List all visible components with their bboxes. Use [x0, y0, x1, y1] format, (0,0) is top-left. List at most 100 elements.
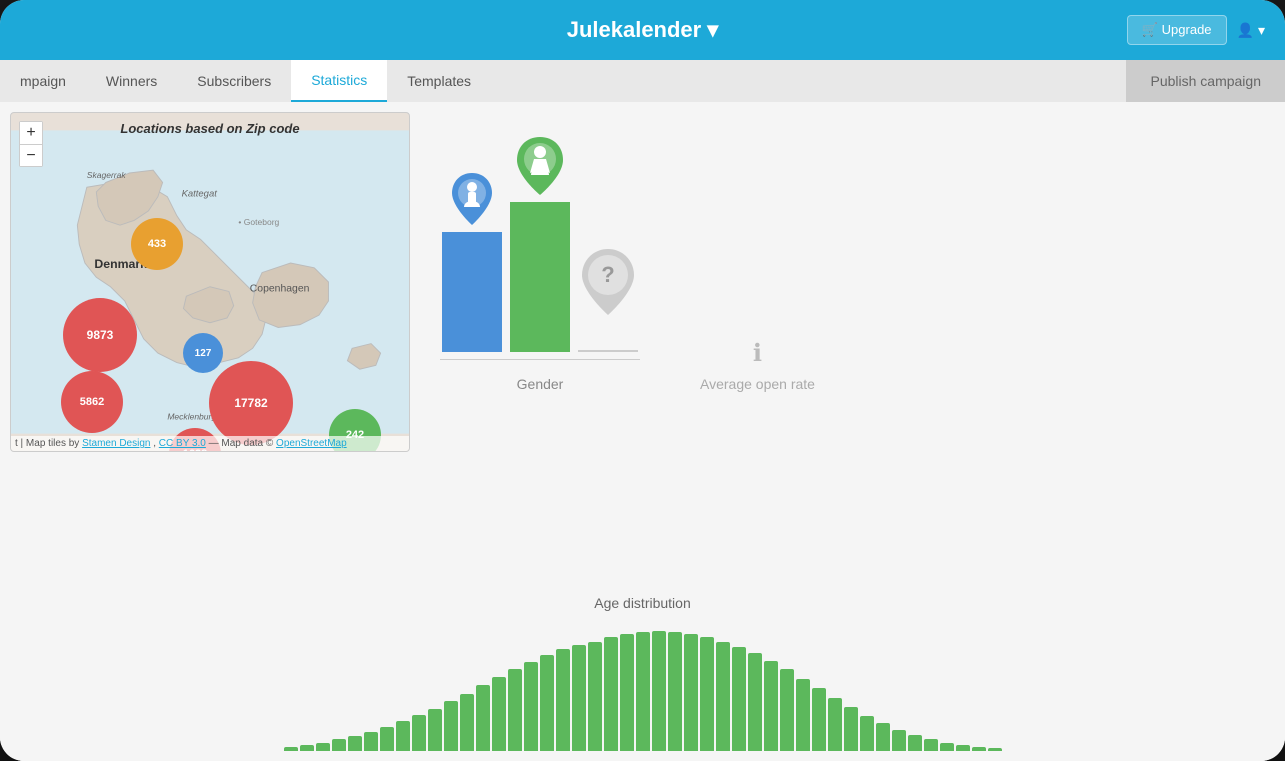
nav-item-winners[interactable]: Winners: [86, 60, 177, 102]
male-pin: [450, 171, 494, 232]
age-bar: [572, 645, 586, 751]
publish-campaign-button[interactable]: Publish campaign: [1126, 60, 1285, 102]
age-bar: [412, 715, 426, 751]
bubble-9873: 9873: [63, 298, 137, 372]
age-bar: [428, 709, 442, 751]
age-bar: [844, 707, 858, 751]
nav-item-subscribers[interactable]: Subscribers: [177, 60, 291, 102]
age-bar: [380, 727, 394, 751]
gender-chart: ? Gender: [440, 132, 640, 392]
svg-text:• Goteborg: • Goteborg: [238, 217, 279, 227]
age-bar: [444, 701, 458, 751]
female-column: [510, 202, 570, 352]
age-bar: [540, 655, 554, 751]
age-bar: [940, 743, 954, 751]
app-title: Julekalender ▾: [567, 17, 719, 43]
map-attribution: t | Map tiles by Stamen Design , CC BY 3…: [11, 436, 409, 451]
svg-text:?: ?: [601, 262, 614, 287]
age-bar: [684, 634, 698, 751]
age-bar: [636, 632, 650, 751]
age-bar: [892, 730, 906, 751]
unknown-column: ?: [578, 132, 638, 352]
avg-open-rate-section: ℹ Average open rate: [700, 339, 815, 392]
zoom-out-button[interactable]: −: [20, 144, 42, 166]
age-bar: [524, 662, 538, 751]
age-bar: [476, 685, 490, 751]
female-bar: [510, 202, 570, 352]
osm-link[interactable]: OpenStreetMap: [276, 438, 347, 449]
content-row: Locations based on Zip code + −: [0, 102, 1285, 585]
age-bar: [764, 661, 778, 751]
bubble-433: 433: [131, 218, 183, 270]
nav-item-templates[interactable]: Templates: [387, 60, 491, 102]
cc-link[interactable]: CC BY 3.0: [159, 438, 206, 449]
bubble-127: 127: [183, 333, 223, 373]
age-bar: [364, 732, 378, 751]
age-bar: [316, 743, 330, 751]
age-bar: [700, 637, 714, 751]
age-bar: [780, 669, 794, 751]
age-bar: [748, 653, 762, 751]
age-bar: [396, 721, 410, 751]
app-title-caret[interactable]: ▾: [707, 17, 718, 43]
age-bar: [860, 716, 874, 751]
age-bar: [588, 642, 602, 751]
stats-row: ? Gender: [440, 122, 1265, 392]
age-bar: [716, 642, 730, 751]
age-bar: [652, 631, 666, 751]
svg-text:Kattegat: Kattegat: [182, 189, 218, 200]
unknown-pin: ?: [580, 247, 636, 322]
upgrade-button[interactable]: 🛒 Upgrade: [1127, 15, 1227, 45]
male-column: [442, 232, 502, 352]
device-screen: Julekalender ▾ 🛒 Upgrade 👤 ▾ mpaign Winn…: [0, 0, 1285, 761]
stamen-link[interactable]: Stamen Design: [82, 438, 150, 449]
age-bar: [604, 637, 618, 751]
age-bar: [284, 747, 298, 751]
gender-baseline: [440, 359, 640, 360]
age-bar: [924, 739, 938, 751]
zoom-in-button[interactable]: +: [20, 122, 42, 144]
age-bar: [988, 748, 1002, 751]
female-pin: [515, 135, 565, 202]
bubble-17782: 17782: [209, 361, 293, 445]
map-container: Locations based on Zip code + −: [10, 112, 410, 452]
age-bar: [732, 647, 746, 751]
device-frame: Julekalender ▾ 🛒 Upgrade 👤 ▾ mpaign Winn…: [0, 0, 1285, 761]
main-content: Locations based on Zip code + −: [0, 102, 1285, 761]
top-bar: Julekalender ▾ 🛒 Upgrade 👤 ▾: [0, 0, 1285, 60]
user-icon: 👤: [1237, 22, 1254, 39]
age-bar: [620, 634, 634, 751]
info-icon: ℹ: [753, 339, 762, 368]
age-distribution-title: Age distribution: [20, 595, 1265, 611]
age-bar: [460, 694, 474, 751]
top-bar-right: 🛒 Upgrade 👤 ▾: [1127, 15, 1265, 45]
age-bar: [556, 649, 570, 751]
age-bar: [972, 747, 986, 751]
age-chart: [20, 621, 1265, 751]
user-menu[interactable]: 👤 ▾: [1237, 22, 1265, 39]
map-title: Locations based on Zip code: [120, 121, 299, 136]
user-caret-icon: ▾: [1258, 22, 1265, 39]
age-bar: [828, 698, 842, 751]
nav-bar: mpaign Winners Subscribers Statistics Te…: [0, 60, 1285, 102]
avg-open-rate-title: Average open rate: [700, 376, 815, 392]
gender-bars-container: ?: [442, 132, 638, 352]
map-section: Locations based on Zip code + −: [0, 102, 420, 585]
unknown-baseline: [578, 350, 638, 352]
age-bar: [908, 735, 922, 751]
age-bar: [348, 736, 362, 751]
svg-text:Copenhagen: Copenhagen: [250, 283, 310, 294]
age-bar: [796, 679, 810, 751]
app-title-text: Julekalender: [567, 17, 702, 43]
nav-item-campaign[interactable]: mpaign: [0, 60, 86, 102]
gender-title: Gender: [517, 376, 564, 392]
age-bar: [492, 677, 506, 751]
age-bar: [956, 745, 970, 751]
age-bar: [876, 723, 890, 751]
age-bar: [668, 632, 682, 751]
age-bar: [508, 669, 522, 751]
age-distribution-section: Age distribution: [0, 585, 1285, 761]
age-bar: [300, 745, 314, 751]
bubble-5862: 5862: [61, 371, 123, 433]
nav-item-statistics[interactable]: Statistics: [291, 60, 387, 102]
